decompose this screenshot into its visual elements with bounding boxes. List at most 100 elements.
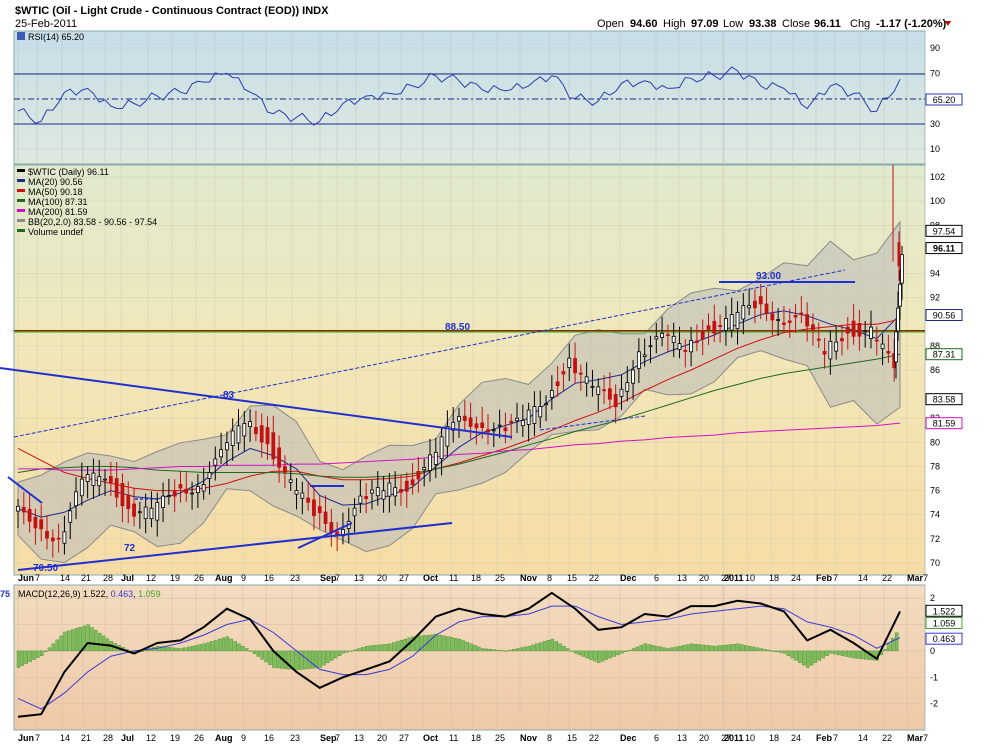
macd-hist-bar	[481, 648, 485, 652]
candle-body	[399, 489, 403, 493]
macd-hist-bar	[643, 643, 647, 652]
price-tick-label: 94	[930, 269, 940, 279]
candle-body	[219, 449, 223, 458]
rsi-value-badge: 65.20	[933, 95, 956, 105]
candle-body	[259, 425, 264, 443]
legend-entry: MA(100) 87.31	[28, 197, 88, 207]
candle-body	[317, 506, 322, 514]
candle-body	[677, 343, 682, 350]
macd-hist-bar	[190, 645, 195, 652]
macd-hist-bar	[217, 638, 222, 652]
legend-swatch	[17, 209, 25, 212]
macd-hist-bar	[237, 643, 241, 652]
macd-hist-bar	[519, 647, 524, 652]
price-tick-label: 100	[930, 196, 945, 206]
macd-badge-text: 0.463	[933, 634, 956, 644]
candle-body	[370, 489, 374, 494]
candle-body	[596, 386, 601, 395]
macd-hist-bar	[47, 647, 52, 652]
x-tick-label: Dec	[620, 573, 637, 583]
macd-hist-bar	[894, 632, 899, 652]
macd-hist-bar	[310, 650, 315, 669]
candle-body	[364, 496, 369, 499]
macd-hist-bar	[368, 645, 373, 652]
candle-body	[741, 305, 746, 320]
rsi-tick-label: 10	[930, 144, 940, 154]
macd-hist-bar	[90, 627, 94, 652]
macd-hist-bar	[670, 647, 674, 652]
macd-hist-bar	[542, 641, 547, 652]
candle-body	[555, 381, 560, 387]
x-tick-label: 20	[377, 573, 387, 583]
x-tick-label: 7	[923, 573, 928, 583]
candle-body	[114, 478, 119, 498]
macd-hist-bar	[171, 647, 175, 652]
x-tick-label: Mar	[907, 733, 924, 743]
candle-body	[242, 423, 247, 437]
x-tick-label: 7	[923, 733, 928, 743]
macd-hist-bar	[624, 650, 628, 652]
candle-body	[277, 447, 282, 468]
candle-body	[900, 254, 904, 284]
macd-hist-bar	[434, 634, 438, 652]
close-value: 96.11	[814, 18, 841, 30]
rsi-legend-swatch	[17, 32, 25, 40]
candle-body	[91, 472, 96, 486]
macd-hist-bar	[341, 650, 346, 654]
macd-hist-bar	[821, 650, 825, 659]
stock-chart: $WTIC (Oil - Light Crude - Continuous Co…	[0, 5, 963, 743]
candle-body	[515, 417, 519, 422]
macd-hist-bar	[639, 645, 644, 652]
macd-hist-bar	[36, 650, 40, 658]
macd-hist-bar	[248, 650, 253, 652]
candle-body	[822, 350, 827, 355]
legend-entry: MA(50) 90.18	[28, 187, 83, 197]
macd-hist-bar	[713, 645, 717, 652]
x-tick-label: Jun	[18, 573, 34, 583]
macd-hist-bar	[856, 650, 860, 659]
macd-hist-bar	[744, 645, 748, 652]
macd-left-cut: 75	[0, 589, 10, 599]
candle-body	[590, 385, 595, 388]
macd-hist-bar	[573, 650, 578, 654]
macd-hist-bar	[608, 650, 613, 659]
macd-hist-bar	[465, 642, 469, 652]
macd-hist-bar	[658, 646, 663, 652]
macd-hist-bar	[24, 650, 28, 664]
candle-body	[190, 492, 194, 495]
macd-hist-bar	[689, 643, 694, 652]
macd-hist-bar	[175, 647, 179, 652]
candle-body	[660, 332, 664, 338]
candle-body	[50, 537, 55, 542]
price-badge-text: 87.31	[933, 350, 956, 360]
candle-body	[894, 331, 898, 363]
price-badge-text: 90.56	[933, 311, 956, 321]
candle-body	[561, 371, 566, 375]
macd-hist-bar	[488, 649, 493, 652]
macd-hist-bar	[353, 649, 357, 652]
macd-hist-bar	[678, 645, 682, 652]
x-tick-label: 28	[103, 733, 113, 743]
candle-body	[410, 479, 415, 486]
legend-entry: $WTIC (Daily) 96.11	[28, 167, 109, 177]
candle-body	[584, 376, 589, 384]
candle-body	[770, 313, 775, 321]
x-tick-label: 13	[677, 573, 687, 583]
candle-body	[178, 484, 183, 489]
candle-body	[799, 312, 804, 315]
macd-hist-bar	[438, 634, 442, 652]
macd-hist-bar	[527, 645, 531, 652]
macd-hist-bar	[805, 650, 810, 668]
candle-body	[329, 522, 334, 533]
macd-hist-bar	[241, 645, 245, 652]
legend-entry: Volume undef	[28, 227, 84, 237]
x-tick-label: 13	[354, 573, 364, 583]
macd-badge-text: 1.522	[933, 606, 956, 616]
candle-body	[45, 530, 49, 539]
macd-hist-bar	[852, 650, 856, 659]
macd-hist-bar	[585, 650, 589, 659]
macd-hist-bar	[256, 650, 261, 657]
macd-hist-bar	[322, 650, 326, 666]
legend-entry: MA(20) 90.56	[28, 177, 83, 187]
candle-body	[68, 510, 73, 523]
